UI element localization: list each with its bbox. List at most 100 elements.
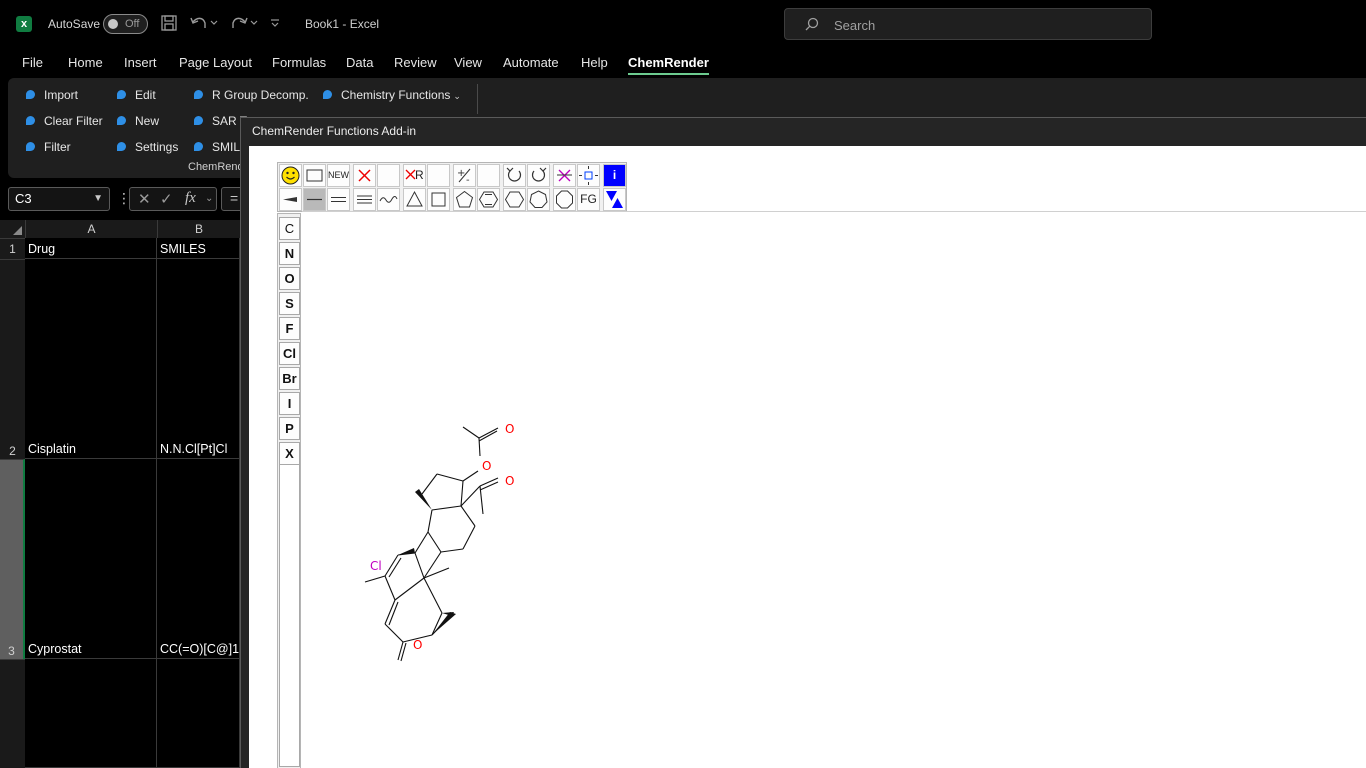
molecule-wedges [398,489,456,635]
column-header-b[interactable]: B [157,220,240,238]
tab-insert[interactable]: Insert [124,55,157,70]
ring-5-icon[interactable] [453,188,476,211]
atom-label-oxygen: O [505,422,514,436]
cell-a3[interactable]: Cyprostat [25,459,157,659]
custom-atom-area[interactable] [279,464,300,767]
cell-b3[interactable]: CC(=O)[C@]1( [157,459,240,659]
new-drawing-button[interactable]: NEW [327,164,350,187]
chemrender-icon [26,142,35,151]
chemrender-icon [323,90,332,99]
redo-icon[interactable] [527,164,550,187]
atom-fluorine-button[interactable]: F [279,317,300,340]
double-bond-icon[interactable] [327,188,350,211]
cell-a4[interactable] [25,659,157,768]
tab-home[interactable]: Home [68,55,103,70]
atom-bromine-button[interactable]: Br [279,367,300,390]
tab-view[interactable]: View [454,55,482,70]
cell-b4[interactable] [157,659,240,768]
edit-button[interactable]: Edit [117,87,156,103]
settings-button[interactable]: Settings [117,139,178,155]
clear-highlight-icon[interactable] [553,164,576,187]
chain-icon[interactable] [377,188,400,211]
customize-qat-icon[interactable] [269,14,281,34]
info-icon[interactable]: i [603,164,626,187]
delete-icon[interactable] [353,164,376,187]
triple-bond-icon[interactable] [353,188,376,211]
redo-icon[interactable] [229,14,259,34]
atom-carbon-button[interactable]: C [279,217,300,240]
ring-6-icon[interactable] [503,188,526,211]
cancel-icon[interactable]: ✕ [138,190,151,208]
name-box[interactable]: C3 ▼ [8,187,110,211]
atom-any-button[interactable]: X [279,442,300,465]
blank-tool[interactable] [377,164,400,187]
row-header-4[interactable] [0,659,25,768]
move-icon[interactable] [577,164,600,187]
row-header-3[interactable]: 3 [0,459,25,659]
atom-phosphorus-button[interactable]: P [279,417,300,440]
atom-oxygen-button[interactable]: O [279,267,300,290]
row-header-1[interactable]: 1 [0,238,25,259]
atom-label-oxygen: O [482,459,491,473]
tab-file[interactable]: File [22,55,43,70]
cell-a2[interactable]: Cisplatin [25,259,157,459]
tab-help[interactable]: Help [581,55,608,70]
atom-sulfur-button[interactable]: S [279,292,300,315]
undo-icon[interactable] [189,14,219,34]
chevron-down-icon[interactable]: ⌄ [205,193,213,204]
single-bond-icon[interactable] [303,188,326,211]
autosave-toggle[interactable]: Off [103,14,148,34]
drawing-canvas[interactable]: O O O Cl O [302,211,1366,768]
ribbon-group-label: ChemRend [188,161,244,173]
new-button[interactable]: New [117,113,159,129]
ring-3-icon[interactable] [403,188,426,211]
tab-review[interactable]: Review [394,55,437,70]
chemrender-icon [194,90,203,99]
insert-function-icon[interactable]: fx [185,190,196,207]
atom-label-oxygen: O [505,474,514,488]
atom-chlorine-button[interactable]: Cl [279,342,300,365]
panel-title: ChemRender Functions Add-in [252,124,417,138]
tab-formulas[interactable]: Formulas [272,55,326,70]
select-rectangle-icon[interactable] [303,164,326,187]
blank-tool[interactable] [477,164,500,187]
molecule-drawing: O O O Cl O [364,422,514,662]
cell-text: Cyprostat [28,642,82,656]
enter-icon[interactable]: ✓ [160,190,173,208]
atom-iodine-button[interactable]: I [279,392,300,415]
cell-a1[interactable]: Drug [25,238,157,259]
column-header-a[interactable]: A [25,220,157,238]
tab-page-layout[interactable]: Page Layout [179,55,252,70]
ring-4-icon[interactable] [427,188,450,211]
formula-buttons: ✕ ✓ fx ⌄ [129,187,217,211]
undo-icon[interactable] [503,164,526,187]
tab-automate[interactable]: Automate [503,55,559,70]
cell-b1[interactable]: SMILES [157,238,240,259]
ring-7-icon[interactable] [527,188,550,211]
spreadsheet-grid: A B 1 2 3 Drug SMILES Cisplatin N.N.Cl[P… [0,220,240,768]
remove-r-group-button[interactable]: R [403,164,426,187]
functional-group-button[interactable]: FG [577,188,600,211]
cell-text: CC(=O)[C@]1( [160,642,240,656]
row-header-2[interactable]: 2 [0,259,25,459]
filter-button[interactable]: Filter [26,139,71,155]
tab-data[interactable]: Data [346,55,373,70]
wedge-bond-icon[interactable] [279,188,302,211]
select-all-button[interactable] [0,220,25,238]
blank-tool[interactable] [427,164,450,187]
benzene-icon[interactable] [477,188,500,211]
search-box[interactable]: Search [784,8,1152,40]
tab-chemrender[interactable]: ChemRender [628,55,709,75]
r-group-decomp-button[interactable]: R Group Decomp. [194,87,309,103]
save-icon[interactable] [160,14,178,34]
cell-b2[interactable]: N.N.Cl[Pt]Cl [157,259,240,459]
atom-label-chlorine: Cl [370,559,382,573]
charge-icon[interactable]: + - [453,164,476,187]
atom-nitrogen-button[interactable]: N [279,242,300,265]
clear-filter-button[interactable]: Clear Filter [26,113,103,129]
template-icon[interactable] [603,188,626,211]
import-button[interactable]: Import [26,87,78,103]
chemistry-functions-dropdown[interactable]: Chemistry Functions ⌄ [323,87,461,103]
smiley-icon[interactable] [279,164,302,187]
ring-8-icon[interactable] [553,188,576,211]
